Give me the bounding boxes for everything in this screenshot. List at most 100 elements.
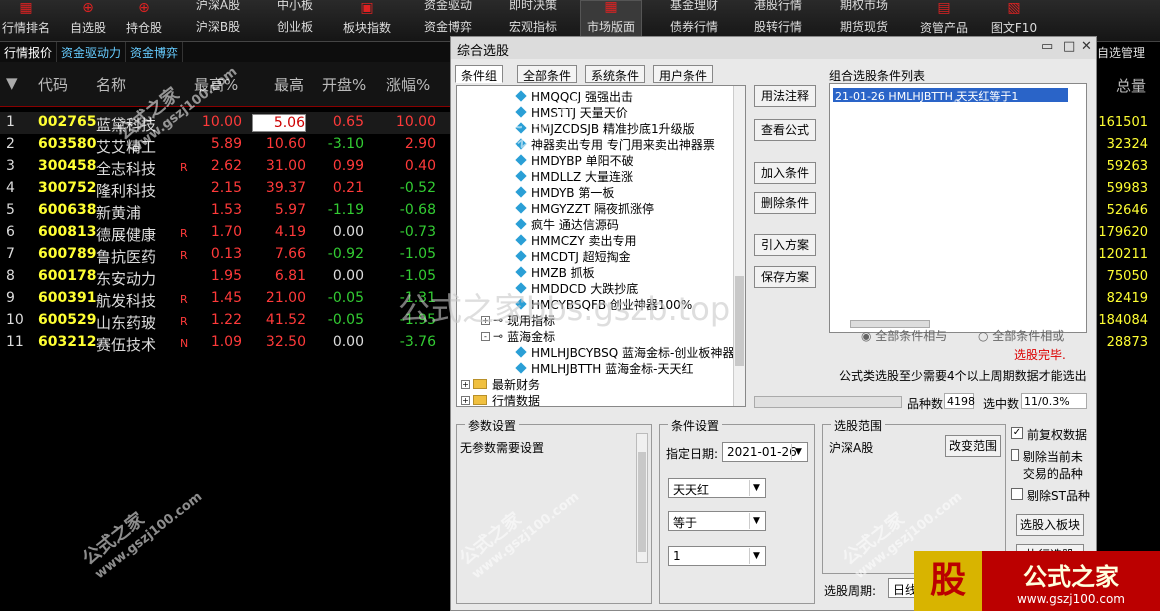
change-range-button[interactable]: 改变范围 (945, 435, 1001, 457)
tree-item[interactable]: HMLHJBCYBSQ 蓝海金标-创业板神器 (515, 344, 734, 360)
tree-scrollbar[interactable] (733, 86, 745, 406)
condition-operator-value: 等于 (673, 516, 698, 530)
tree-item[interactable]: HMGYZZT 隔夜抓涨停 (515, 200, 654, 216)
close-icon[interactable]: ✕ (1081, 39, 1092, 54)
tree-item[interactable]: HMJZCDSJB 精准抄底1升级版 (515, 120, 695, 136)
expand-icon[interactable]: + (461, 379, 470, 389)
radio-and[interactable]: ◉ 全部条件相与 (861, 327, 947, 344)
board-sme-gem[interactable]: 中小板 创业板 (268, 0, 322, 38)
tree-item[interactable]: HMDLLZ 大量连涨 (515, 168, 633, 184)
tree-item-label: 疯牛 通达信源码 (531, 217, 619, 232)
table-row[interactable]: 9 600391 航发科技 R 1.45 21.00 -0.05 -1.31 (0, 288, 450, 310)
plus-icon: ⊕ (82, 0, 94, 16)
watchlist-button[interactable]: ⊕ 自选股 (62, 0, 114, 42)
tree-item[interactable]: HMQQCJ 强强出击 (515, 88, 633, 104)
expand-icon[interactable]: + (461, 395, 470, 405)
sector-index-button[interactable]: ▣ 板块指数 (336, 0, 398, 42)
option-futures-tabs[interactable]: 期权市场 期货现货 (834, 0, 894, 38)
tree-item[interactable]: HMZB 抓板 (515, 264, 595, 280)
sort-arrow-icon[interactable]: ▼ (6, 74, 18, 92)
col-code[interactable]: 代码 (38, 74, 68, 95)
condition-value-select[interactable]: 1 ▼ (668, 546, 766, 566)
tree-item[interactable]: HMDYB 第一板 (515, 184, 614, 200)
table-row[interactable]: 6 600813 德展健康 R 1.70 4.19 0.00 -0.73 (0, 222, 450, 244)
chk-forward-adjust[interactable]: ✓ 前复权数据 (1011, 426, 1087, 443)
tree-item[interactable]: HMMCZY 卖出专用 (515, 232, 636, 248)
tree-item[interactable]: HMSTTJ 天量天价 (515, 104, 628, 120)
tree-item[interactable]: HMLHJBTTH 蓝海金标-天天红 (515, 360, 693, 376)
condition-operator-select[interactable]: 等于 ▼ (668, 511, 766, 531)
tree-item[interactable]: 神器卖出专用 专门用来卖出神器票 (515, 136, 715, 152)
maximize-icon[interactable]: □ (1063, 39, 1075, 54)
col-change-pct[interactable]: 涨幅% (386, 74, 430, 95)
fund-flow-tabs[interactable]: 资金驱动 资金博弈 (418, 0, 478, 38)
col-high[interactable]: 最高 (274, 74, 304, 95)
tree-item[interactable]: + 行情数据 (461, 392, 540, 406)
usage-notes-button[interactable]: 用法注释 (754, 85, 816, 107)
tree-item[interactable]: HMCDTJ 超短掏金 (515, 248, 631, 264)
tree-item[interactable]: 疯牛 通达信源码 (515, 216, 619, 232)
fund-bond-tabs[interactable]: 基金理财 债券行情 (664, 0, 724, 38)
decision-macro-tabs[interactable]: 即时决策 宏观指标 (503, 0, 563, 38)
tree-item[interactable]: HMDDCD 大跌抄底 (515, 280, 638, 296)
table-row[interactable]: 11 603212 赛伍技术 N 1.09 32.50 0.00 -3.76 (0, 332, 450, 354)
row-number: 10 (6, 312, 24, 328)
radio-or[interactable]: ○ 全部条件相或 (978, 327, 1064, 344)
table-row[interactable]: 10 600529 山东药玻 R 1.22 41.52 -0.05 -1.95 (0, 310, 450, 332)
save-plan-button[interactable]: 保存方案 (754, 266, 816, 288)
hk-transfer-tabs[interactable]: 港股行情 股转行情 (748, 0, 808, 38)
table-row[interactable]: 1 002765 蓝黛科技 10.00 5.06 0.65 10.00 (0, 112, 450, 134)
minimize-icon[interactable]: ▭ (1041, 39, 1053, 54)
chk-exclude-suspended[interactable]: 剔除当前未交易的品种 (1011, 448, 1093, 482)
condition-tree[interactable]: HMQQCJ 强强出击 HMSTTJ 天量天价 HMJZCDSJB 精准抄底1升级版… (456, 85, 746, 407)
tree-item[interactable]: HMDYBP 单阳不破 (515, 152, 634, 168)
change-pct: 2.90 (404, 136, 436, 152)
delete-condition-button[interactable]: 删除条件 (754, 192, 816, 214)
ranking-button[interactable]: ▦ 行情排名 (0, 0, 52, 42)
import-plan-button[interactable]: 引入方案 (754, 234, 816, 256)
col-high-pct[interactable]: 最高% (194, 74, 238, 95)
combo-condition-item[interactable]: 21-01-26 HMLHJBTTH 天天红等于1 (833, 88, 1068, 103)
table-row[interactable]: 4 300752 隆利科技 2.15 39.37 0.21 -0.52 (0, 178, 450, 200)
add-condition-button[interactable]: 加入条件 (754, 162, 816, 184)
holdings-button[interactable]: ⊕ 持仓股 (118, 0, 170, 42)
condition-field-select[interactable]: 天天红 ▼ (668, 478, 766, 498)
tree-item[interactable]: + 最新财务 (461, 376, 540, 392)
col-name[interactable]: 名称 (96, 74, 126, 95)
tree-scroll-thumb[interactable] (735, 276, 744, 366)
add-to-block-button[interactable]: 选股入板块 (1016, 514, 1084, 536)
market-a-b[interactable]: 沪深A股 沪深B股 (188, 0, 248, 38)
open-pct: -0.92 (327, 246, 364, 262)
table-row[interactable]: 3 300458 全志科技 R 2.62 31.00 0.99 0.40 (0, 156, 450, 178)
tab-quote[interactable]: 行情报价 (0, 42, 58, 62)
tree-item[interactable]: HMCYBSQFB 创业神器100% (515, 296, 692, 312)
formula-note: 公式类选股至少需要4个以上周期数据才能选出 (839, 369, 1087, 383)
date-picker[interactable]: 2021-01-26 ▼ (722, 442, 808, 462)
expand-icon[interactable]: + (481, 315, 490, 325)
table-row[interactable]: 8 600178 东安动力 1.95 6.81 0.00 -1.05 (0, 266, 450, 288)
table-row[interactable]: 5 600638 新黄浦 1.53 5.97 -1.19 -0.68 (0, 200, 450, 222)
view-formula-button[interactable]: 查看公式 (754, 119, 816, 141)
expand-icon[interactable]: - (481, 331, 490, 341)
tab-condition-group[interactable]: 条件组 (455, 65, 504, 83)
stock-name: 鲁抗医药 (96, 248, 157, 266)
tab-fund-game[interactable]: 资金博弈 (126, 42, 184, 62)
param-scrollbar[interactable] (636, 433, 648, 563)
param-scroll-thumb[interactable] (638, 452, 646, 552)
volume-value: 59263 (1106, 159, 1148, 174)
tree-item-label: HMDYBP 单阳不破 (531, 153, 634, 168)
chk-exclude-st[interactable]: 剔除ST品种 (1011, 487, 1090, 504)
table-row[interactable]: 2 603580 艾艾精工 5.89 10.60 -3.10 2.90 (0, 134, 450, 156)
tab-fund-drive[interactable]: 资金驱动力 (57, 42, 127, 62)
stock-flag: R (180, 227, 188, 240)
col-open-pct[interactable]: 开盘% (322, 74, 366, 95)
combo-condition-list[interactable]: 21-01-26 HMLHJBTTH 天天红等于1 (829, 83, 1087, 333)
tab-all-conditions[interactable]: 全部条件 (517, 65, 578, 83)
table-row[interactable]: 7 600789 鲁抗医药 R 0.13 7.66 -0.92 -1.05 (0, 244, 450, 266)
col-volume[interactable]: 总量 (1116, 75, 1146, 96)
tab-user-conditions[interactable]: 用户条件 (653, 65, 714, 83)
tree-item[interactable]: + ⊸ 现用指标 (481, 312, 555, 328)
tab-watchlist-mgmt[interactable]: 自选管理 (1097, 44, 1145, 61)
tab-system-conditions[interactable]: 系统条件 (585, 65, 646, 83)
tree-item[interactable]: - ⊸ 蓝海金标 (481, 328, 555, 344)
